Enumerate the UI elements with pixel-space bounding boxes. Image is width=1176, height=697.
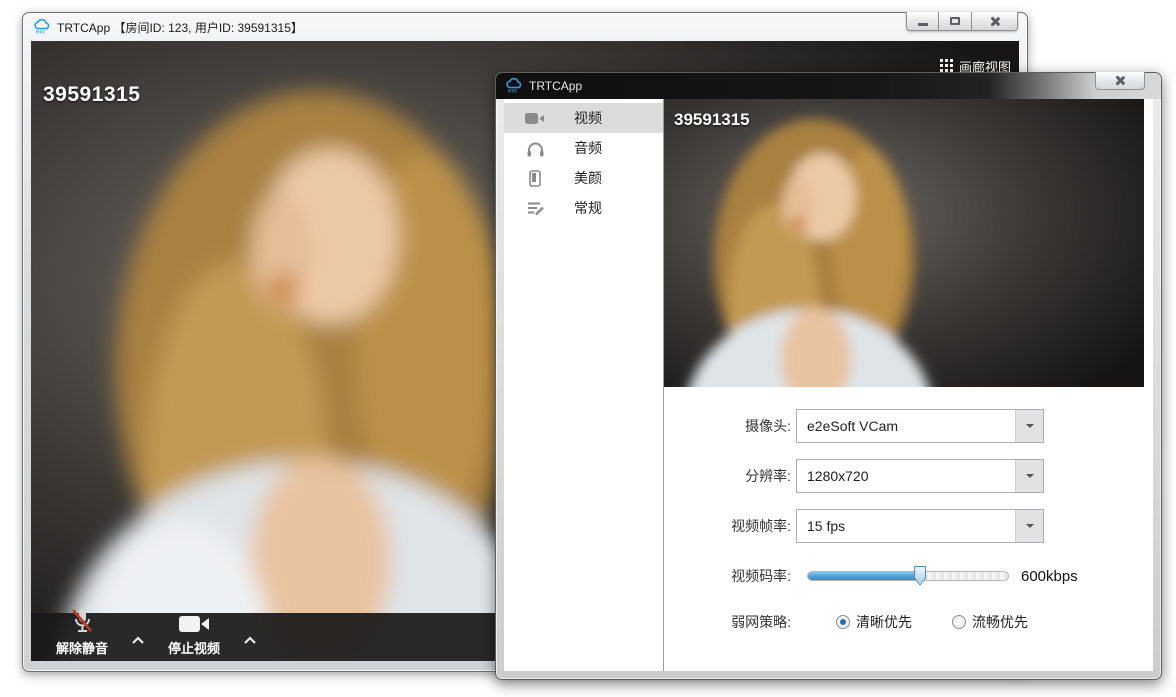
- resolution-select[interactable]: 1280x720: [796, 459, 1044, 493]
- network-strategy-label: 弱网策略:: [731, 614, 791, 630]
- minimize-button[interactable]: [906, 12, 939, 31]
- video-settings-panel: 39591315 摄像头: e2eSoft VCam 分辨率: 1280x720: [664, 99, 1153, 671]
- stop-video-button[interactable]: 停止视频: [155, 614, 233, 657]
- radio-smooth-priority[interactable]: 流畅优先: [952, 612, 1028, 632]
- network-strategy-row: 弱网策略: 清晰优先 流畅优先: [664, 612, 1028, 632]
- stop-video-label: 停止视频: [167, 641, 220, 656]
- camera-on-icon: [178, 614, 210, 637]
- maximize-button[interactable]: [939, 12, 972, 31]
- video-options-button[interactable]: [233, 636, 267, 657]
- fps-select-value: 15 fps: [807, 518, 846, 534]
- dropdown-arrow-icon[interactable]: [1015, 460, 1043, 492]
- slider-fill: [808, 572, 922, 580]
- caption-buttons: [906, 12, 1018, 31]
- sidebar-item-video[interactable]: 视频: [504, 103, 663, 133]
- radio-clarity-priority[interactable]: 清晰优先: [836, 612, 912, 632]
- maximize-icon: [950, 17, 960, 25]
- close-icon: [1115, 75, 1126, 86]
- audio-options-button[interactable]: [121, 636, 155, 657]
- radio-label: 清晰优先: [856, 614, 912, 630]
- mic-muted-icon: [70, 607, 94, 637]
- unmute-button[interactable]: 解除静音: [43, 607, 121, 657]
- dialog-close-button[interactable]: [1095, 72, 1145, 90]
- user-id-overlay: 39591315: [43, 83, 141, 106]
- chevron-up-icon: [244, 636, 256, 644]
- fps-label: 视频帧率:: [731, 518, 791, 534]
- sidebar-item-beauty[interactable]: 美颜: [504, 163, 663, 193]
- dropdown-arrow-icon[interactable]: [1015, 410, 1043, 442]
- resolution-label: 分辨率:: [745, 468, 791, 484]
- fps-row: 视频帧率: 15 fps: [664, 509, 1044, 543]
- sidebar-item-label: 常规: [574, 200, 602, 216]
- trtc-cloud-logo-icon: RTC: [33, 18, 51, 37]
- general-settings-icon: [524, 201, 546, 216]
- dialog-titlebar[interactable]: RTC TRTCApp: [496, 72, 1161, 99]
- sidebar-item-label: 音频: [574, 140, 602, 156]
- unmute-label: 解除静音: [55, 641, 108, 656]
- resolution-row: 分辨率: 1280x720: [664, 459, 1044, 493]
- resolution-select-value: 1280x720: [807, 468, 869, 484]
- dropdown-arrow-icon[interactable]: [1015, 510, 1043, 542]
- main-titlebar[interactable]: RTC TRTCApp 【房间ID: 123, 用户ID: 39591315】: [23, 12, 1027, 41]
- bitrate-label: 视频码率:: [731, 568, 791, 584]
- camera-label: 摄像头:: [745, 418, 791, 434]
- bitrate-slider[interactable]: [807, 566, 1009, 586]
- trtc-cloud-logo-icon: RTC: [505, 77, 523, 96]
- camera-icon: [524, 112, 546, 125]
- preview-user-id: 39591315: [674, 110, 750, 129]
- radio-selected-icon[interactable]: [836, 615, 850, 629]
- radio-unselected-icon[interactable]: [952, 615, 966, 629]
- main-window-title: TRTCApp 【房间ID: 123, 用户ID: 39591315】: [57, 20, 303, 35]
- bitrate-value: 600kbps: [1021, 567, 1078, 585]
- sidebar-item-audio[interactable]: 音频: [504, 133, 663, 163]
- headphones-icon: [524, 140, 546, 157]
- svg-text:RTC: RTC: [508, 88, 518, 93]
- radio-label: 流畅优先: [972, 614, 1028, 630]
- slider-thumb[interactable]: [914, 566, 927, 586]
- camera-preview: 39591315: [664, 99, 1144, 387]
- camera-select-value: e2eSoft VCam: [807, 418, 899, 434]
- chevron-up-icon: [132, 636, 144, 644]
- dialog-body: 视频 音频 美颜 常规 39591315 摄像头: e2eSoft VCam 分…: [504, 99, 1153, 671]
- camera-select[interactable]: e2eSoft VCam: [796, 409, 1044, 443]
- settings-sidebar: 视频 音频 美颜 常规: [504, 99, 664, 671]
- dialog-title: TRTCApp: [529, 79, 583, 93]
- sidebar-item-label: 美颜: [574, 170, 602, 186]
- network-strategy-options: 清晰优先 流畅优先: [836, 612, 1028, 632]
- beauty-mirror-icon: [524, 169, 546, 187]
- preview-video-stream: [664, 99, 1144, 387]
- svg-text:RTC: RTC: [36, 29, 46, 34]
- fps-select[interactable]: 15 fps: [796, 509, 1044, 543]
- settings-dialog: RTC TRTCApp 视频 音频 美颜 常规 39591315 摄像头: e2…: [495, 72, 1162, 680]
- close-button[interactable]: [972, 12, 1018, 31]
- minimize-icon: [917, 22, 928, 26]
- sidebar-item-general[interactable]: 常规: [504, 193, 663, 223]
- close-icon: [989, 16, 1000, 27]
- bitrate-row: 视频码率: 600kbps: [664, 566, 1078, 586]
- camera-row: 摄像头: e2eSoft VCam: [664, 409, 1044, 443]
- sidebar-item-label: 视频: [574, 110, 602, 126]
